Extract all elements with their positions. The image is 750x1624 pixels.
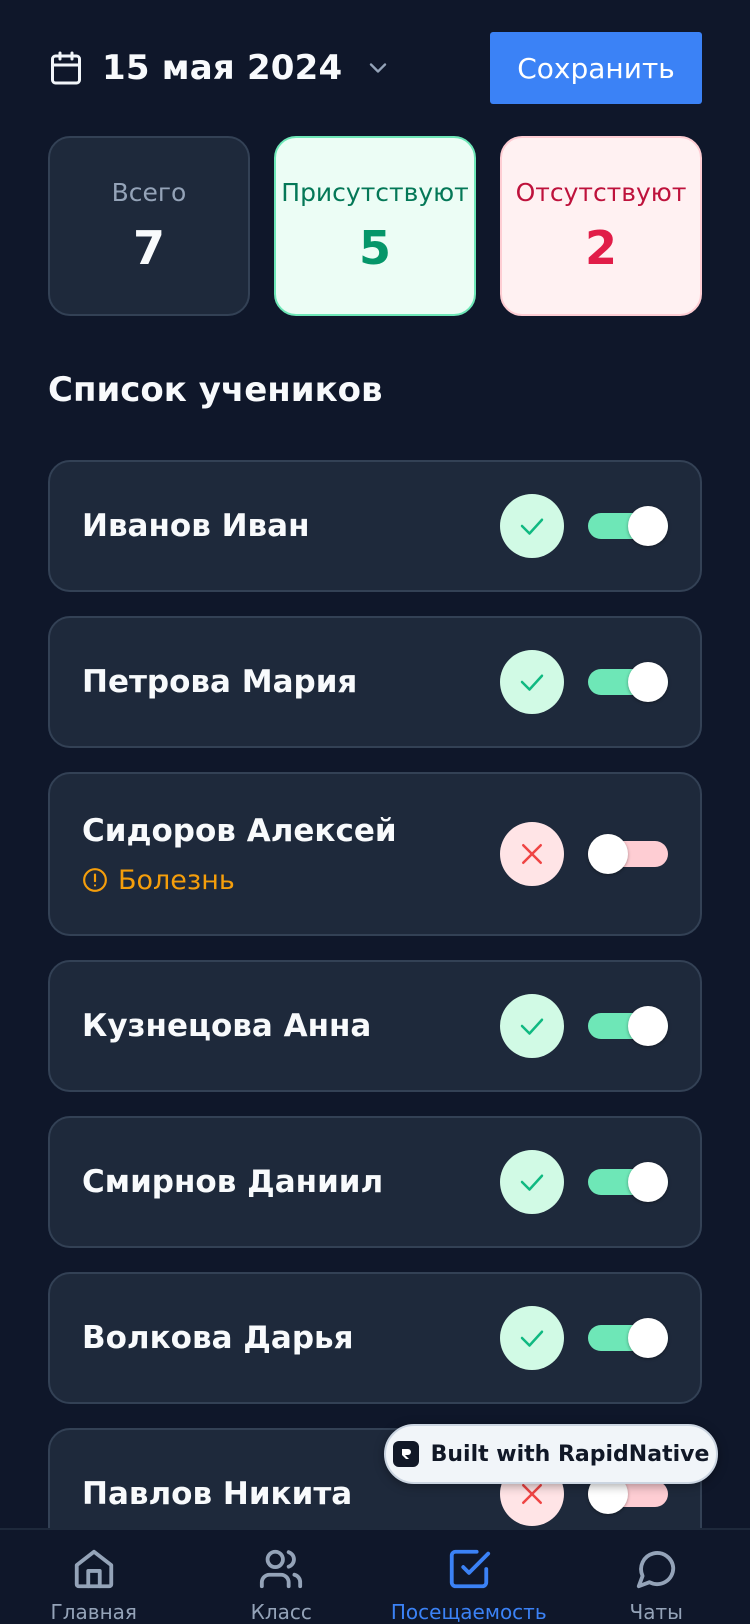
student-name: Павлов Никита xyxy=(82,1476,353,1512)
tab-label: Главная xyxy=(50,1600,137,1624)
student-name: Смирнов Даниил xyxy=(82,1164,384,1200)
bottom-tab-bar: Главная Класс Посещаемость Чаты xyxy=(0,1528,750,1624)
users-icon xyxy=(260,1549,303,1589)
tab-attendance[interactable]: Посещаемость xyxy=(375,1530,563,1624)
tab-label: Класс xyxy=(250,1600,312,1624)
selected-date: 15 мая 2024 xyxy=(102,48,343,88)
rapidnative-logo-icon xyxy=(392,1441,419,1467)
tab-class[interactable]: Класс xyxy=(188,1530,376,1624)
student-name: Петрова Мария xyxy=(82,664,358,700)
student-list: Иванов Иван Петрова Мария Сидоров Алексе… xyxy=(48,460,702,1584)
close-icon xyxy=(522,844,542,864)
chevron-down-icon xyxy=(370,63,387,73)
attendance-toggle[interactable] xyxy=(588,662,668,702)
student-row: Сидоров Алексей Болезнь xyxy=(48,772,702,936)
stat-total-card: Всего 7 xyxy=(48,136,250,316)
tab-home[interactable]: Главная xyxy=(0,1530,188,1624)
check-icon xyxy=(520,674,544,691)
absent-status xyxy=(500,822,564,886)
built-with-badge[interactable]: Built with RapidNative xyxy=(384,1424,718,1484)
attendance-toggle[interactable] xyxy=(588,506,668,546)
attendance-toggle[interactable] xyxy=(588,1162,668,1202)
home-icon xyxy=(74,1549,113,1589)
stat-present-label: Присутствуют xyxy=(281,177,469,207)
absence-reason: Болезнь xyxy=(82,865,397,896)
calendar-icon xyxy=(51,51,81,85)
present-status xyxy=(500,650,564,714)
tab-label: Посещаемость xyxy=(390,1600,547,1624)
present-status xyxy=(500,1150,564,1214)
student-row: Волкова Дарья xyxy=(48,1272,702,1404)
tab-label: Чаты xyxy=(629,1600,683,1624)
stat-total-label: Всего xyxy=(111,177,187,207)
attendance-toggle[interactable] xyxy=(588,834,668,874)
tab-chats[interactable]: Чаты xyxy=(563,1530,750,1624)
student-row: Иванов Иван xyxy=(48,460,702,592)
stat-absent-label: Отсутствуют xyxy=(515,177,687,207)
present-status xyxy=(500,494,564,558)
student-row: Смирнов Даниил xyxy=(48,1116,702,1248)
chat-icon xyxy=(637,1551,676,1589)
header: 15 мая 2024 Сохранить xyxy=(48,32,702,104)
check-icon xyxy=(520,1174,544,1191)
check-icon xyxy=(520,1018,544,1035)
attendance-toggle[interactable] xyxy=(588,1318,668,1358)
stat-present-value: 5 xyxy=(358,220,391,275)
student-name: Волкова Дарья xyxy=(82,1320,354,1356)
student-name: Иванов Иван xyxy=(82,508,310,544)
section-title: Список учеников xyxy=(48,370,383,410)
attendance-toggle[interactable] xyxy=(588,1006,668,1046)
check-icon xyxy=(520,1330,544,1347)
student-row: Петрова Мария xyxy=(48,616,702,748)
stats-row: Всего 7 Присутствуют 5 Отсутствуют 2 xyxy=(48,136,702,316)
save-button[interactable]: Сохранить xyxy=(490,32,702,104)
student-name: Сидоров Алексей xyxy=(82,812,397,849)
stat-present-card: Присутствуют 5 xyxy=(274,136,476,316)
stat-total-value: 7 xyxy=(132,220,165,275)
present-status xyxy=(500,994,564,1058)
absence-reason-text: Болезнь xyxy=(118,864,235,896)
check-icon xyxy=(520,518,544,535)
date-picker[interactable]: 15 мая 2024 xyxy=(48,48,392,88)
alert-circle-icon xyxy=(83,868,107,892)
present-status xyxy=(500,1306,564,1370)
student-row: Кузнецова Анна xyxy=(48,960,702,1092)
check-square-icon xyxy=(449,1549,490,1589)
stat-absent-value: 2 xyxy=(584,220,617,275)
stat-absent-card: Отсутствуют 2 xyxy=(500,136,702,316)
student-name: Кузнецова Анна xyxy=(82,1008,372,1044)
badge-text: Built with RapidNative xyxy=(430,1441,710,1467)
